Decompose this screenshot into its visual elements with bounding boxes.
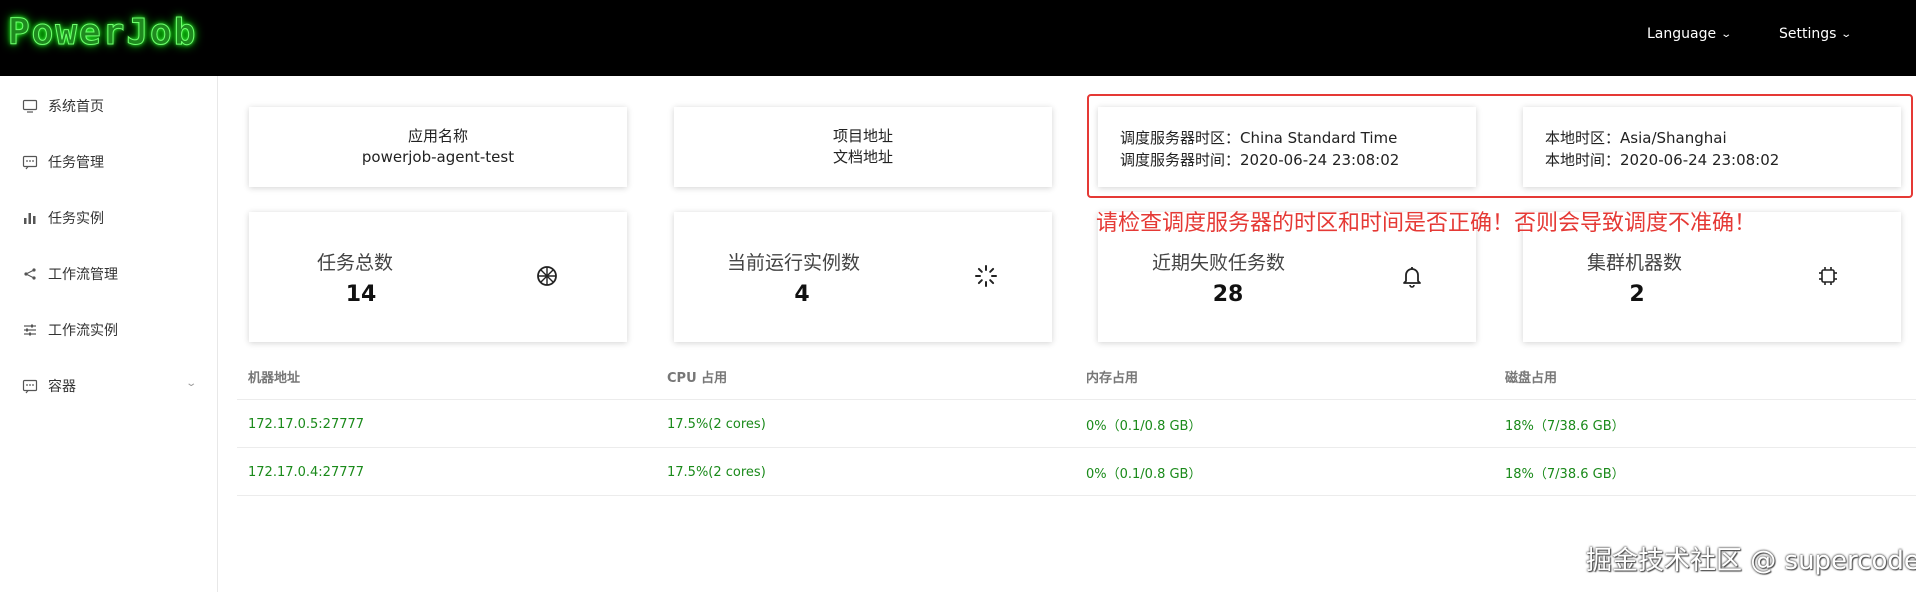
links-card: 项目地址 文档地址 xyxy=(674,107,1052,187)
timezone-warning: 请检查调度服务器的时区和时间是否正确！否则会导致调度不准确！ xyxy=(1096,211,1757,236)
schedule-icon xyxy=(22,154,38,170)
cell-cpu: 17.5%(2 cores) xyxy=(667,464,766,480)
app-name-value: powerjob-agent-test xyxy=(361,148,515,166)
top-header: PowerJob Language ⌄ Settings ⌄ xyxy=(0,0,1916,76)
powerjob-logo[interactable]: PowerJob xyxy=(7,12,197,54)
sliders-icon xyxy=(22,322,38,338)
container-icon xyxy=(22,378,38,394)
settings-label: Settings xyxy=(1779,26,1837,42)
stat-label: 近期失败任务数 xyxy=(1152,252,1286,274)
bell-icon xyxy=(1400,264,1424,288)
sidebar-item-label: 工作流管理 xyxy=(48,267,118,283)
column-header-cpu: CPU 占用 xyxy=(667,370,728,386)
stat-value: 28 xyxy=(1212,282,1244,307)
table-header-row: 机器地址 CPU 占用 内存占用 磁盘占用 xyxy=(237,352,1916,400)
language-menu[interactable]: Language ⌄ xyxy=(1647,26,1733,42)
cell-disk: 18%（7/38.6 GB） xyxy=(1505,466,1625,482)
app-info-card: 应用名称 powerjob-agent-test xyxy=(249,107,627,187)
stat-value: 4 xyxy=(794,282,810,307)
cell-memory: 0%（0.1/0.8 GB） xyxy=(1086,466,1202,482)
doc-address-link[interactable]: 文档地址 xyxy=(833,147,893,168)
stat-card-running-instances: 当前运行实例数 4 xyxy=(674,212,1052,342)
sidebar-item-label: 工作流实例 xyxy=(48,323,118,339)
app-name-label: 应用名称 xyxy=(407,127,468,145)
sidebar-item-label: 容器 xyxy=(48,379,76,395)
column-header-disk: 磁盘占用 xyxy=(1505,370,1558,386)
chevron-down-icon: ⌄ xyxy=(1720,28,1733,40)
settings-menu[interactable]: Settings ⌄ xyxy=(1779,26,1853,42)
stat-value: 2 xyxy=(1629,282,1645,307)
dashboard-icon xyxy=(535,264,559,288)
timezone-highlight-box xyxy=(1087,94,1913,198)
table-row: 172.17.0.4:27777 17.5%(2 cores) 0%（0.1/0… xyxy=(237,448,1916,496)
sidebar-item-job-instance[interactable]: 任务实例 xyxy=(0,198,217,238)
column-header-address: 机器地址 xyxy=(248,370,301,386)
sidebar: 系统首页 任务管理 任务实例 工作流管理 工作流实例 容器 ⌄ xyxy=(0,76,218,592)
sidebar-item-job-management[interactable]: 任务管理 xyxy=(0,142,217,182)
sidebar-item-container[interactable]: 容器 ⌄ xyxy=(0,366,217,406)
column-header-memory: 内存占用 xyxy=(1086,370,1139,386)
share-icon xyxy=(22,266,38,282)
cell-cpu: 17.5%(2 cores) xyxy=(667,416,766,432)
cell-disk: 18%（7/38.6 GB） xyxy=(1505,418,1625,434)
chevron-down-icon: ⌄ xyxy=(184,378,197,389)
sidebar-item-label: 任务管理 xyxy=(48,155,104,171)
desktop-icon xyxy=(22,98,38,114)
stat-label: 当前运行实例数 xyxy=(727,252,861,274)
watermark-text: 掘金技术社区 @ supercode xyxy=(1586,546,1916,576)
sidebar-item-workflow-management[interactable]: 工作流管理 xyxy=(0,254,217,294)
sidebar-item-home[interactable]: 系统首页 xyxy=(0,86,217,126)
sidebar-item-workflow-instance[interactable]: 工作流实例 xyxy=(0,310,217,350)
cell-memory: 0%（0.1/0.8 GB） xyxy=(1086,418,1202,434)
stat-label: 集群机器数 xyxy=(1587,252,1683,274)
stat-label: 任务总数 xyxy=(317,252,394,274)
chip-icon xyxy=(1816,264,1840,288)
loading-icon xyxy=(974,264,998,288)
stat-card-total-jobs: 任务总数 14 xyxy=(249,212,627,342)
sidebar-item-label: 任务实例 xyxy=(48,211,104,227)
table-row: 172.17.0.5:27777 17.5%(2 cores) 0%（0.1/0… xyxy=(237,400,1916,448)
cell-address: 172.17.0.5:27777 xyxy=(248,416,365,432)
language-label: Language xyxy=(1647,26,1717,42)
sidebar-item-label: 系统首页 xyxy=(48,99,104,115)
stat-value: 14 xyxy=(345,282,377,307)
machine-table: 机器地址 CPU 占用 内存占用 磁盘占用 172.17.0.5:27777 1… xyxy=(237,352,1916,496)
bar-chart-icon xyxy=(22,210,38,226)
cell-address: 172.17.0.4:27777 xyxy=(248,464,365,480)
project-address-link[interactable]: 项目地址 xyxy=(833,126,893,147)
chevron-down-icon: ⌄ xyxy=(1840,28,1853,40)
